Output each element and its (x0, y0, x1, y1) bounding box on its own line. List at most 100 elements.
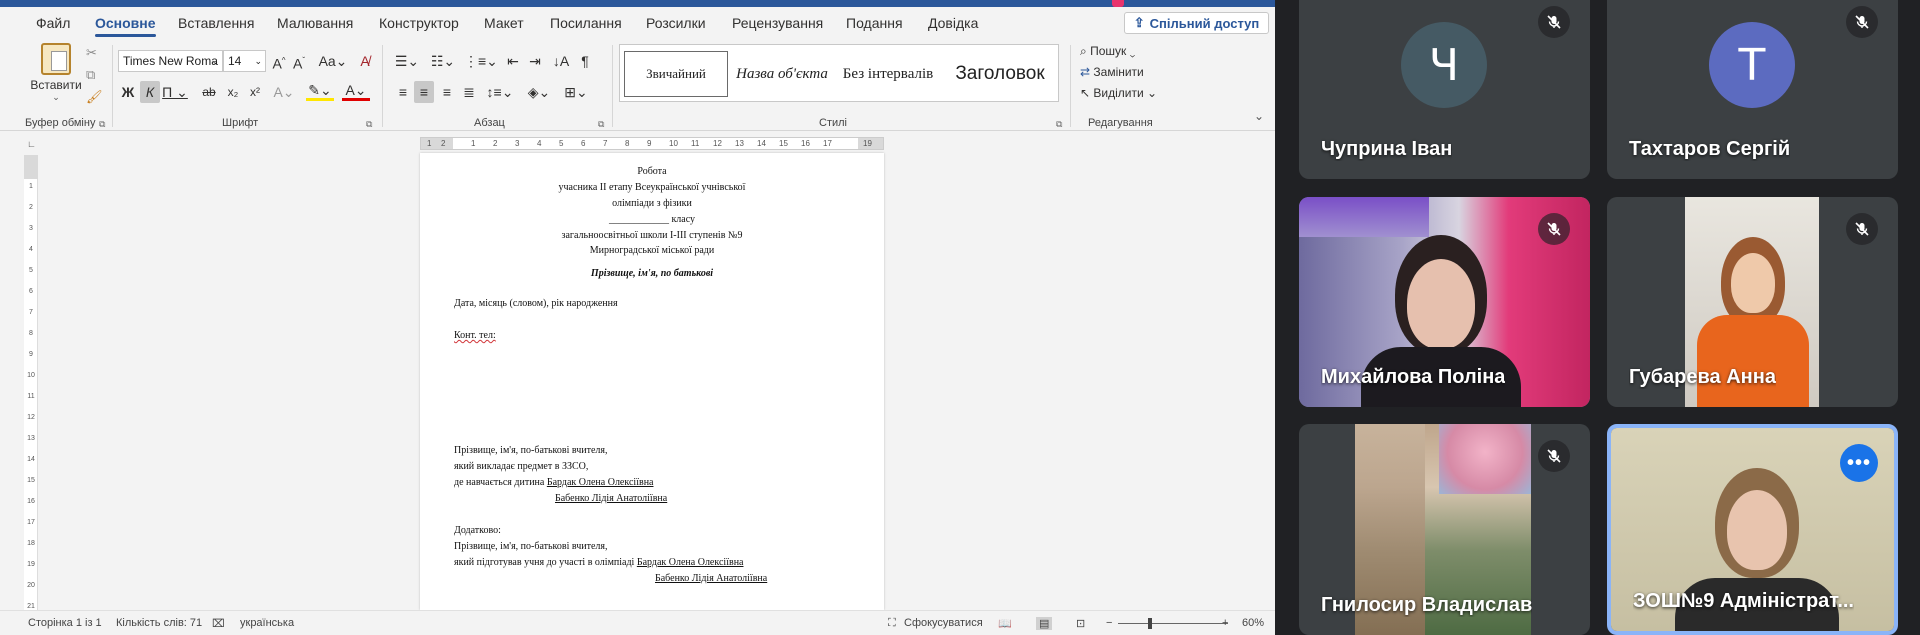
ruler-tick: 7 (29, 309, 33, 316)
tab-design[interactable]: Конструктор (379, 15, 459, 31)
ruler-tick: 1 (29, 183, 33, 190)
replace-button[interactable]: ⇄ Замінити (1080, 65, 1144, 79)
focus-button[interactable]: Сфокусуватися (904, 617, 983, 629)
align-left-icon[interactable]: ≡ (394, 81, 412, 103)
tab-selector-icon[interactable]: ∟ (27, 139, 36, 149)
format-painter-icon[interactable]: 🖌 (86, 89, 103, 105)
grow-font-icon[interactable]: A^ (270, 50, 288, 72)
highlight-icon[interactable]: ✎⌄ (306, 81, 334, 101)
ruler-tick: 20 (27, 582, 35, 589)
tab-home[interactable]: Основне (95, 15, 156, 37)
multilevel-list-icon[interactable]: ⋮≡⌄ (464, 50, 498, 72)
tab-file[interactable]: Файл (36, 15, 70, 31)
find-button[interactable]: ⌕ Пошук ⌄ (1080, 44, 1135, 59)
doc-title: Робота (637, 166, 667, 177)
focus-icon[interactable]: ⛶ (888, 617, 896, 630)
doc-text: Конт. тел: (454, 330, 496, 341)
decrease-indent-icon[interactable]: ⇤ (504, 50, 522, 72)
style-caption[interactable]: Назва об'єкта (730, 51, 834, 97)
copy-icon[interactable]: ⧉ (86, 67, 95, 83)
style-heading[interactable]: Заголовок (942, 51, 1058, 97)
align-center-icon[interactable]: ≡ (414, 81, 434, 103)
font-color-icon[interactable]: A⌄ (342, 81, 370, 101)
subscript-icon[interactable]: x₂ (224, 81, 242, 103)
select-button[interactable]: ↖ Виділити ⌄ (1080, 86, 1157, 100)
ruler-tick: 15 (27, 477, 35, 484)
ruler-tick: 8 (625, 139, 630, 148)
sort-icon[interactable]: ↓A (552, 50, 570, 72)
doc-teacher-name: Бардак Олена Олексіївна (636, 557, 744, 568)
font-size-value: 14 (228, 54, 242, 68)
shrink-font-icon[interactable]: Aˇ (290, 50, 308, 72)
participant-tile[interactable]: Т Тахтаров Сергій (1607, 0, 1898, 179)
clipboard-dialog-launcher-icon[interactable]: ⧉ (99, 119, 105, 130)
tab-help[interactable]: Довідка (928, 15, 978, 31)
ruler-tick: 18 (27, 540, 35, 547)
style-normal[interactable]: Звичайний (624, 51, 728, 97)
show-marks-icon[interactable]: ¶ (576, 50, 594, 72)
read-mode-icon[interactable]: 📖 (998, 617, 1012, 630)
justify-icon[interactable]: ≣ (460, 81, 478, 103)
print-layout-icon[interactable]: ▤ (1036, 617, 1053, 630)
tab-mailings[interactable]: Розсилки (646, 15, 706, 31)
zoom-out-icon[interactable]: − (1106, 617, 1112, 629)
participant-tile-active[interactable]: ••• ЗОШ№9 Адміністрат... (1607, 424, 1898, 635)
participant-tile[interactable]: Ч Чуприна Іван (1299, 0, 1590, 179)
search-icon: ⌕ (1080, 44, 1091, 58)
language-indicator[interactable]: українська (240, 617, 294, 629)
ruler-tick: 12 (713, 139, 722, 148)
borders-icon[interactable]: ⊞⌄ (562, 81, 590, 103)
participant-tile[interactable]: Михайлова Поліна (1299, 197, 1590, 407)
align-right-icon[interactable]: ≡ (438, 81, 456, 103)
zoom-in-icon[interactable]: + (1222, 617, 1228, 629)
tab-view[interactable]: Подання (846, 15, 903, 31)
paragraph-dialog-launcher-icon[interactable]: ⧉ (598, 119, 604, 130)
participant-tile[interactable]: Губарева Анна (1607, 197, 1898, 407)
tab-references[interactable]: Посилання (550, 15, 622, 31)
superscript-icon[interactable]: x² (246, 81, 264, 103)
proofing-icon[interactable]: ⌧ (212, 617, 225, 630)
tab-review[interactable]: Рецензування (732, 15, 823, 31)
style-no-spacing[interactable]: Без інтервалів (836, 51, 940, 97)
zoom-slider-thumb[interactable] (1148, 618, 1152, 629)
font-size-select[interactable]: 14 ⌄ (223, 50, 266, 72)
doc-text: Прізвище, ім'я, по-батькові вчителя, (454, 541, 608, 552)
zoom-level[interactable]: 60% (1242, 617, 1264, 629)
clear-formatting-icon[interactable]: A̸ (356, 50, 374, 72)
change-case-icon[interactable]: Aa⌄ (318, 50, 348, 72)
doc-teacher-name: Бабенко Лідія Анатоліївна (555, 493, 668, 504)
doc-text: Мирноградської міської ради (589, 245, 715, 256)
text-effects-icon[interactable]: A⌄ (272, 81, 296, 103)
document-page[interactable]: Робота учасника ІІ етапу Всеукраїнської … (420, 153, 884, 610)
font-dialog-launcher-icon[interactable]: ⧉ (366, 119, 372, 130)
word-count[interactable]: Кількість слів: 71 (116, 617, 202, 629)
strikethrough-icon[interactable]: ab (200, 81, 218, 103)
increase-indent-icon[interactable]: ⇥ (526, 50, 544, 72)
zoom-slider[interactable] (1118, 623, 1228, 624)
styles-dialog-launcher-icon[interactable]: ⧉ (1056, 119, 1062, 130)
share-button[interactable]: ⇪ Спільний доступ (1124, 12, 1269, 34)
bullets-icon[interactable]: ☰⌄ (392, 50, 422, 72)
tab-insert[interactable]: Вставлення (178, 15, 255, 31)
cut-icon[interactable]: ✂ (86, 45, 97, 61)
more-options-icon[interactable]: ••• (1840, 444, 1878, 482)
ruler-tick: 17 (27, 519, 35, 526)
page-count[interactable]: Сторінка 1 із 1 (28, 617, 102, 629)
shading-icon[interactable]: ◈⌄ (526, 81, 552, 103)
line-spacing-icon[interactable]: ↕≡⌄ (486, 81, 514, 103)
tab-layout[interactable]: Макет (484, 15, 524, 31)
paste-button[interactable]: Вставити ⌄ (28, 43, 84, 109)
underline-icon[interactable]: П ⌄ (162, 81, 188, 103)
font-family-select[interactable]: Times New Roma ⌄ (118, 50, 223, 72)
participant-name: Губарева Анна (1629, 366, 1776, 388)
bold-icon[interactable]: Ж (118, 81, 138, 103)
tab-draw[interactable]: Малювання (277, 15, 353, 31)
italic-icon[interactable]: К (140, 81, 160, 103)
participant-tile[interactable]: Гнилосир Владислав (1299, 424, 1590, 635)
web-layout-icon[interactable]: ⊡ (1076, 617, 1085, 630)
mic-off-icon (1846, 213, 1878, 245)
collapse-ribbon-icon[interactable]: ⌄ (1254, 109, 1264, 123)
vertical-ruler: 1 2 3 4 5 6 7 8 9 10 11 12 13 14 15 16 1… (24, 155, 38, 626)
status-bar: Сторінка 1 із 1 Кількість слів: 71 ⌧ укр… (0, 610, 1275, 635)
numbering-icon[interactable]: ☷⌄ (428, 50, 458, 72)
